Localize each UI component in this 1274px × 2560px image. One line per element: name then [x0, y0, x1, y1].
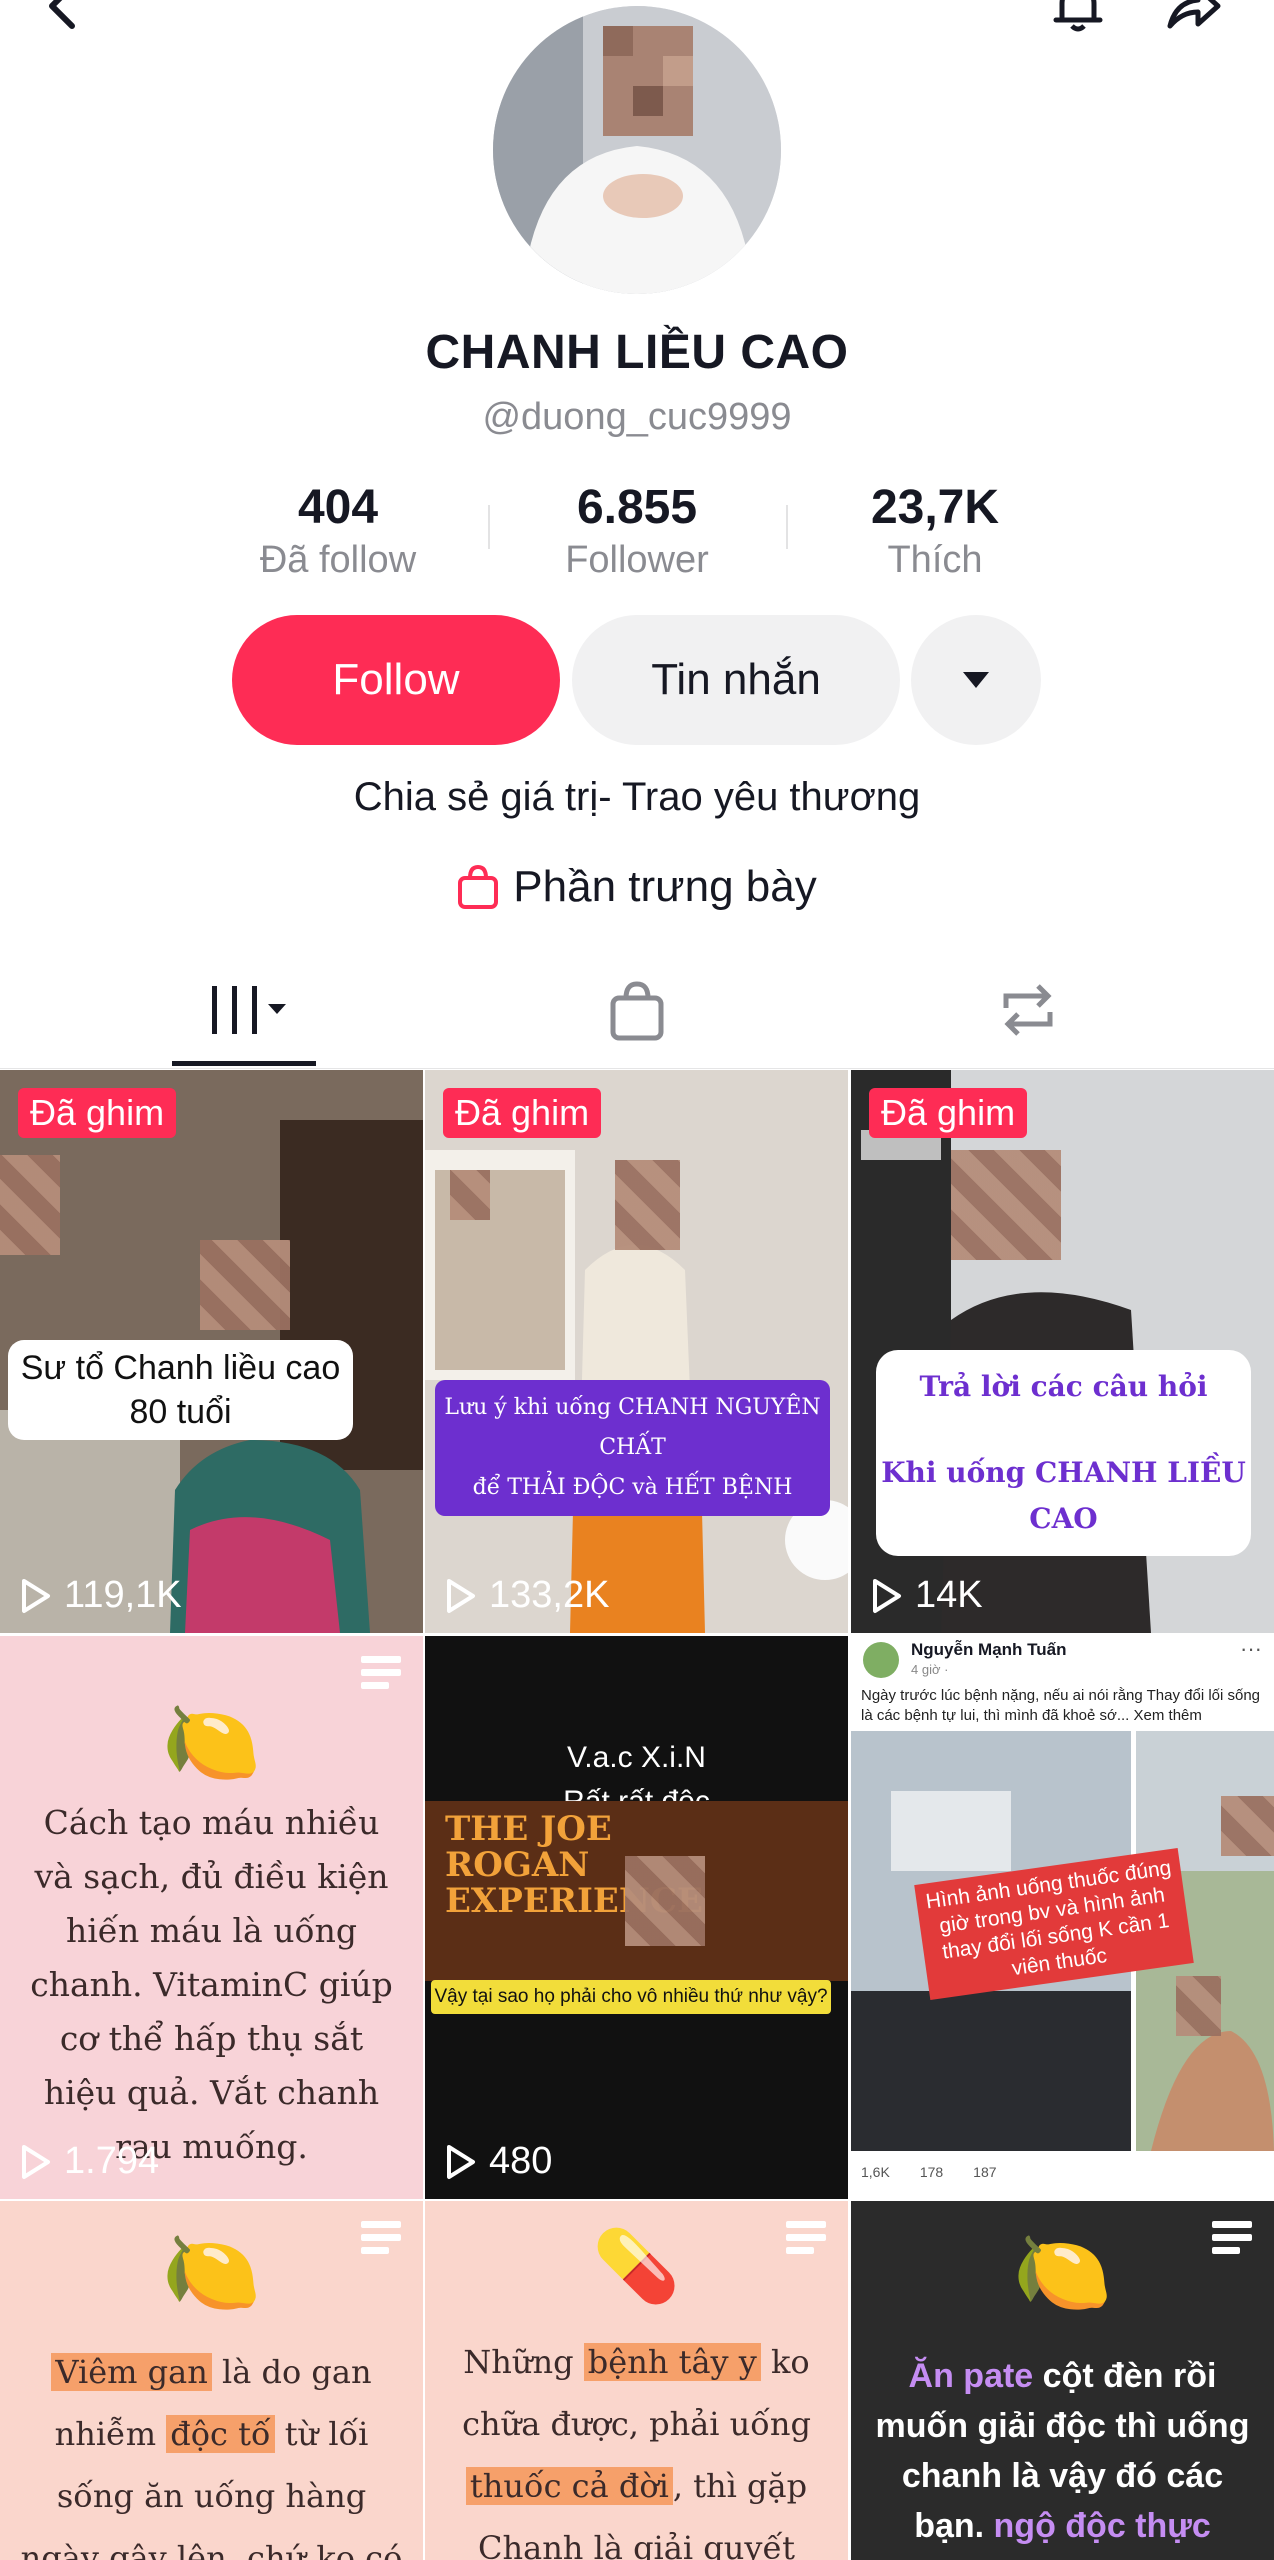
share-button[interactable] [1162, 0, 1222, 36]
pinned-badge: Đã ghim [18, 1088, 177, 1138]
video-subtitle: Vậy tại sao họ phải cho vô nhiều thứ như… [431, 1980, 831, 2014]
photo-carousel-icon [361, 2221, 401, 2257]
pill-icon: 💊 [592, 2227, 681, 2305]
video-tile[interactable]: Lưu ý khi uống CHANH NGUYÊN CHẤT để THẢI… [425, 1070, 848, 1633]
share-arrow-icon [1167, 0, 1221, 29]
view-count-value: 133,2K [489, 1574, 610, 1616]
view-count: 14K [867, 1574, 983, 1617]
more-icon: ··· [1240, 1636, 1262, 1661]
video-tile[interactable]: Sư tổ Chanh liều cao 80 tuổi Đã ghim 119… [0, 1070, 423, 1633]
follow-button[interactable]: Follow [232, 615, 560, 745]
stat-value: 404 [297, 481, 379, 534]
post-author: Nguyễn Mạnh Tuấn [911, 1640, 1067, 1659]
post-time: 4 giờ · [911, 1662, 949, 1677]
photo-carousel-icon [786, 2221, 826, 2257]
view-count: 480 [441, 2140, 552, 2183]
caption-line: Khi uống CHANH LIỀU CAO [881, 1456, 1246, 1535]
avatar[interactable] [493, 6, 781, 294]
play-icon [873, 1578, 901, 1613]
post-text: Cách tạo máu nhiều và sạch, đủ điều kiện… [30, 1803, 393, 2166]
stat-label: Follower [565, 539, 709, 581]
comment-count: 178 [919, 2164, 944, 2180]
shopping-bag-icon [458, 864, 499, 909]
share-count: 187 [973, 2164, 997, 2180]
active-tab-indicator [172, 1061, 316, 1066]
repost-icon [1003, 984, 1053, 1036]
view-count-value: 119,1K [64, 1574, 182, 1616]
view-count-value: 14K [915, 1574, 983, 1616]
showcase-link[interactable]: Phần trưng bày [0, 862, 1274, 912]
play-icon [22, 2144, 50, 2179]
notification-button[interactable] [1048, 0, 1108, 36]
more-options-button[interactable] [911, 615, 1041, 745]
message-button[interactable]: Tin nhắn [572, 615, 900, 745]
stat-followers[interactable]: 6.855 Follower [487, 480, 787, 582]
profile-bio: Chia sẻ giá trị- Trao yêu thương [353, 775, 921, 819]
play-icon [447, 1578, 475, 1613]
stat-following[interactable]: 404 Đã follow [188, 480, 488, 582]
play-icon [447, 2144, 475, 2179]
profile-name: CHANH LIỀU CAO [425, 326, 849, 379]
grid-icon [212, 986, 286, 1034]
back-button[interactable] [32, 0, 92, 36]
caption-line: để THẢI ĐỘC và HẾT BỆNH [472, 1475, 793, 1500]
play-icon [22, 1578, 50, 1613]
stat-label: Thích [887, 539, 983, 581]
lemon-icon: 🍋 [1012, 2228, 1113, 2317]
tab-reposts[interactable] [968, 975, 1088, 1045]
view-count: 1.794 [16, 2140, 159, 2183]
showcase-label: Phần trưng bày [513, 862, 817, 911]
post-text: Ngày trước lúc bệnh nặng, nếu ai nói rằn… [861, 1687, 1261, 1724]
pinned-badge: Đã ghim [443, 1088, 602, 1138]
tab-shop[interactable] [577, 975, 697, 1045]
photo-carousel-icon [1212, 2221, 1252, 2257]
pinned-badge: Đã ghim [869, 1088, 1028, 1138]
video-caption: Lưu ý khi uống CHANH NGUYÊN CHẤT để THẢI… [435, 1380, 830, 1516]
tab-videos[interactable] [188, 975, 308, 1045]
lemon-icon: 🍋 [161, 2228, 262, 2317]
avatar [863, 1642, 899, 1678]
post-text: Những bệnh tây y ko chữa được, phải uống… [462, 2343, 811, 2560]
post-text: Ăn pate cột đèn rồi muốn giải độc thì uố… [875, 2357, 1250, 2545]
lemon-icon: 🍋 [161, 1698, 262, 1787]
caption-line: Lưu ý khi uống CHANH NGUYÊN CHẤT [444, 1395, 821, 1460]
profile-handle: @duong_cuc9999 [482, 396, 792, 438]
stat-value: 6.855 [576, 481, 698, 534]
view-count-value: 480 [489, 2140, 553, 2182]
video-tile[interactable]: 🍋 Viêm gan là do gan nhiễm độc tố từ lối… [0, 2201, 423, 2560]
chevron-left-icon [49, 0, 75, 29]
caret-down-icon [963, 672, 989, 688]
video-caption: Trả lời các câu hỏi Khi uống CHANH LIỀU … [876, 1350, 1251, 1556]
tab-divider [0, 1068, 1274, 1069]
shopping-bag-icon [610, 981, 664, 1041]
view-count: 119,1K [16, 1574, 182, 1617]
video-tile[interactable]: 🍋 Ăn pate cột đèn rồi muốn giải độc thì … [851, 2201, 1274, 2560]
video-tile[interactable]: 🍋 Cách tạo máu nhiều và sạch, đủ điều ki… [0, 1636, 423, 2199]
caption-line: Trả lời các câu hỏi [919, 1370, 1208, 1403]
like-count: 1,6K [861, 2164, 890, 2180]
photo-carousel-icon [361, 1656, 401, 1692]
stat-value: 23,7K [870, 481, 1000, 534]
video-caption: Sư tổ Chanh liều cao 80 tuổi [8, 1340, 353, 1440]
view-count-value: 1.794 [64, 2140, 160, 2182]
stat-label: Đã follow [259, 539, 417, 581]
video-tile[interactable]: 💊 Những bệnh tây y ko chữa được, phải uố… [425, 2201, 848, 2560]
video-tile[interactable]: V.a.c X.i.N Rất rất độc THE JOE ROGAN EX… [425, 1636, 848, 2199]
stat-likes[interactable]: 23,7K Thích [785, 480, 1085, 582]
video-title: V.a.c X.i.N [567, 1741, 706, 1774]
bell-icon [1053, 0, 1103, 32]
video-tile[interactable]: Trả lời các câu hỏi Khi uống CHANH LIỀU … [851, 1070, 1274, 1633]
view-count: 133,2K [441, 1574, 609, 1617]
post-text: Viêm gan là do gan nhiễm độc tố từ lối s… [20, 2353, 403, 2560]
video-tile[interactable]: Nguyễn Mạnh Tuấn 4 giờ · ··· Ngày trước … [851, 1636, 1274, 2199]
